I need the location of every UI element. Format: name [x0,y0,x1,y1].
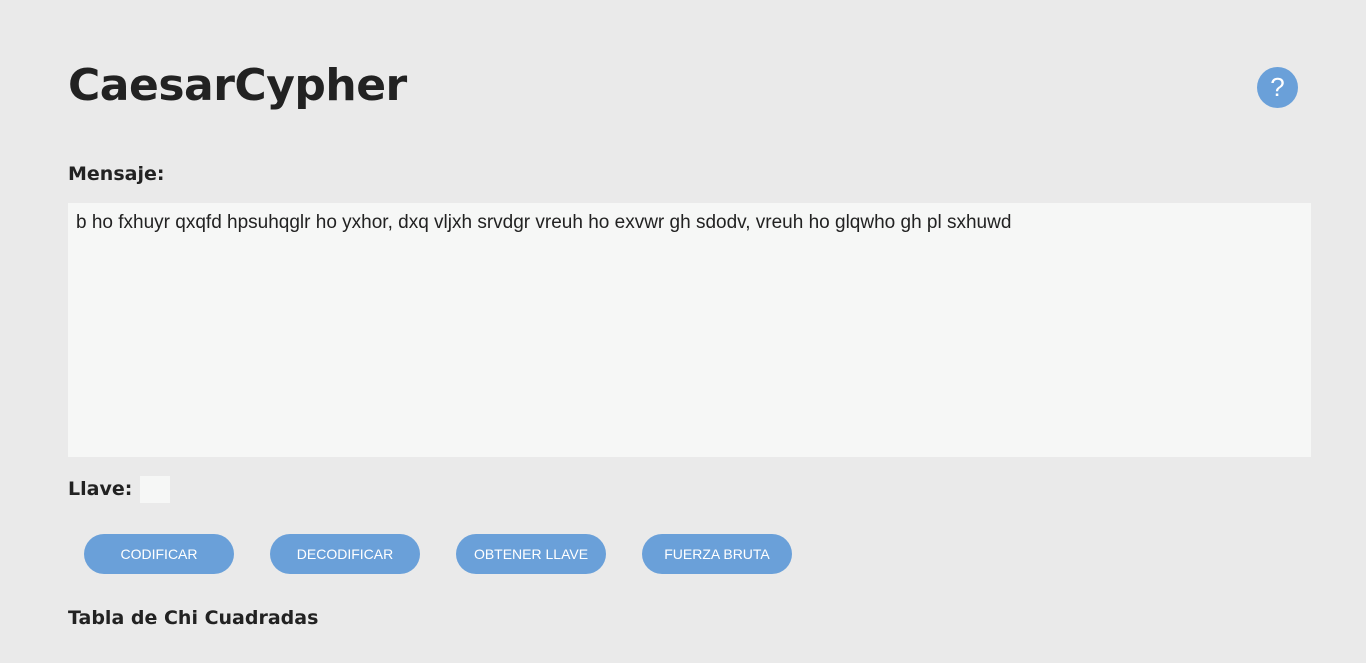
page-title: CaesarCypher [68,60,407,111]
chi-square-table-title: Tabla de Chi Cuadradas [68,607,319,629]
decode-button[interactable]: DECODIFICAR [270,534,420,574]
page: CaesarCypher ? Mensaje: b ho fxhuyr qxqf… [0,0,1366,663]
message-label: Mensaje: [68,163,165,185]
message-textarea[interactable]: b ho fxhuyr qxqfd hpsuhqglr ho yxhor, dx… [68,203,1311,457]
question-mark-icon: ? [1270,72,1285,102]
key-label: Llave: [68,478,133,500]
key-input[interactable] [140,476,170,503]
encode-button[interactable]: CODIFICAR [84,534,234,574]
brute-force-button[interactable]: FUERZA BRUTA [642,534,792,574]
help-button[interactable]: ? [1257,67,1298,108]
get-key-button[interactable]: OBTENER LLAVE [456,534,606,574]
